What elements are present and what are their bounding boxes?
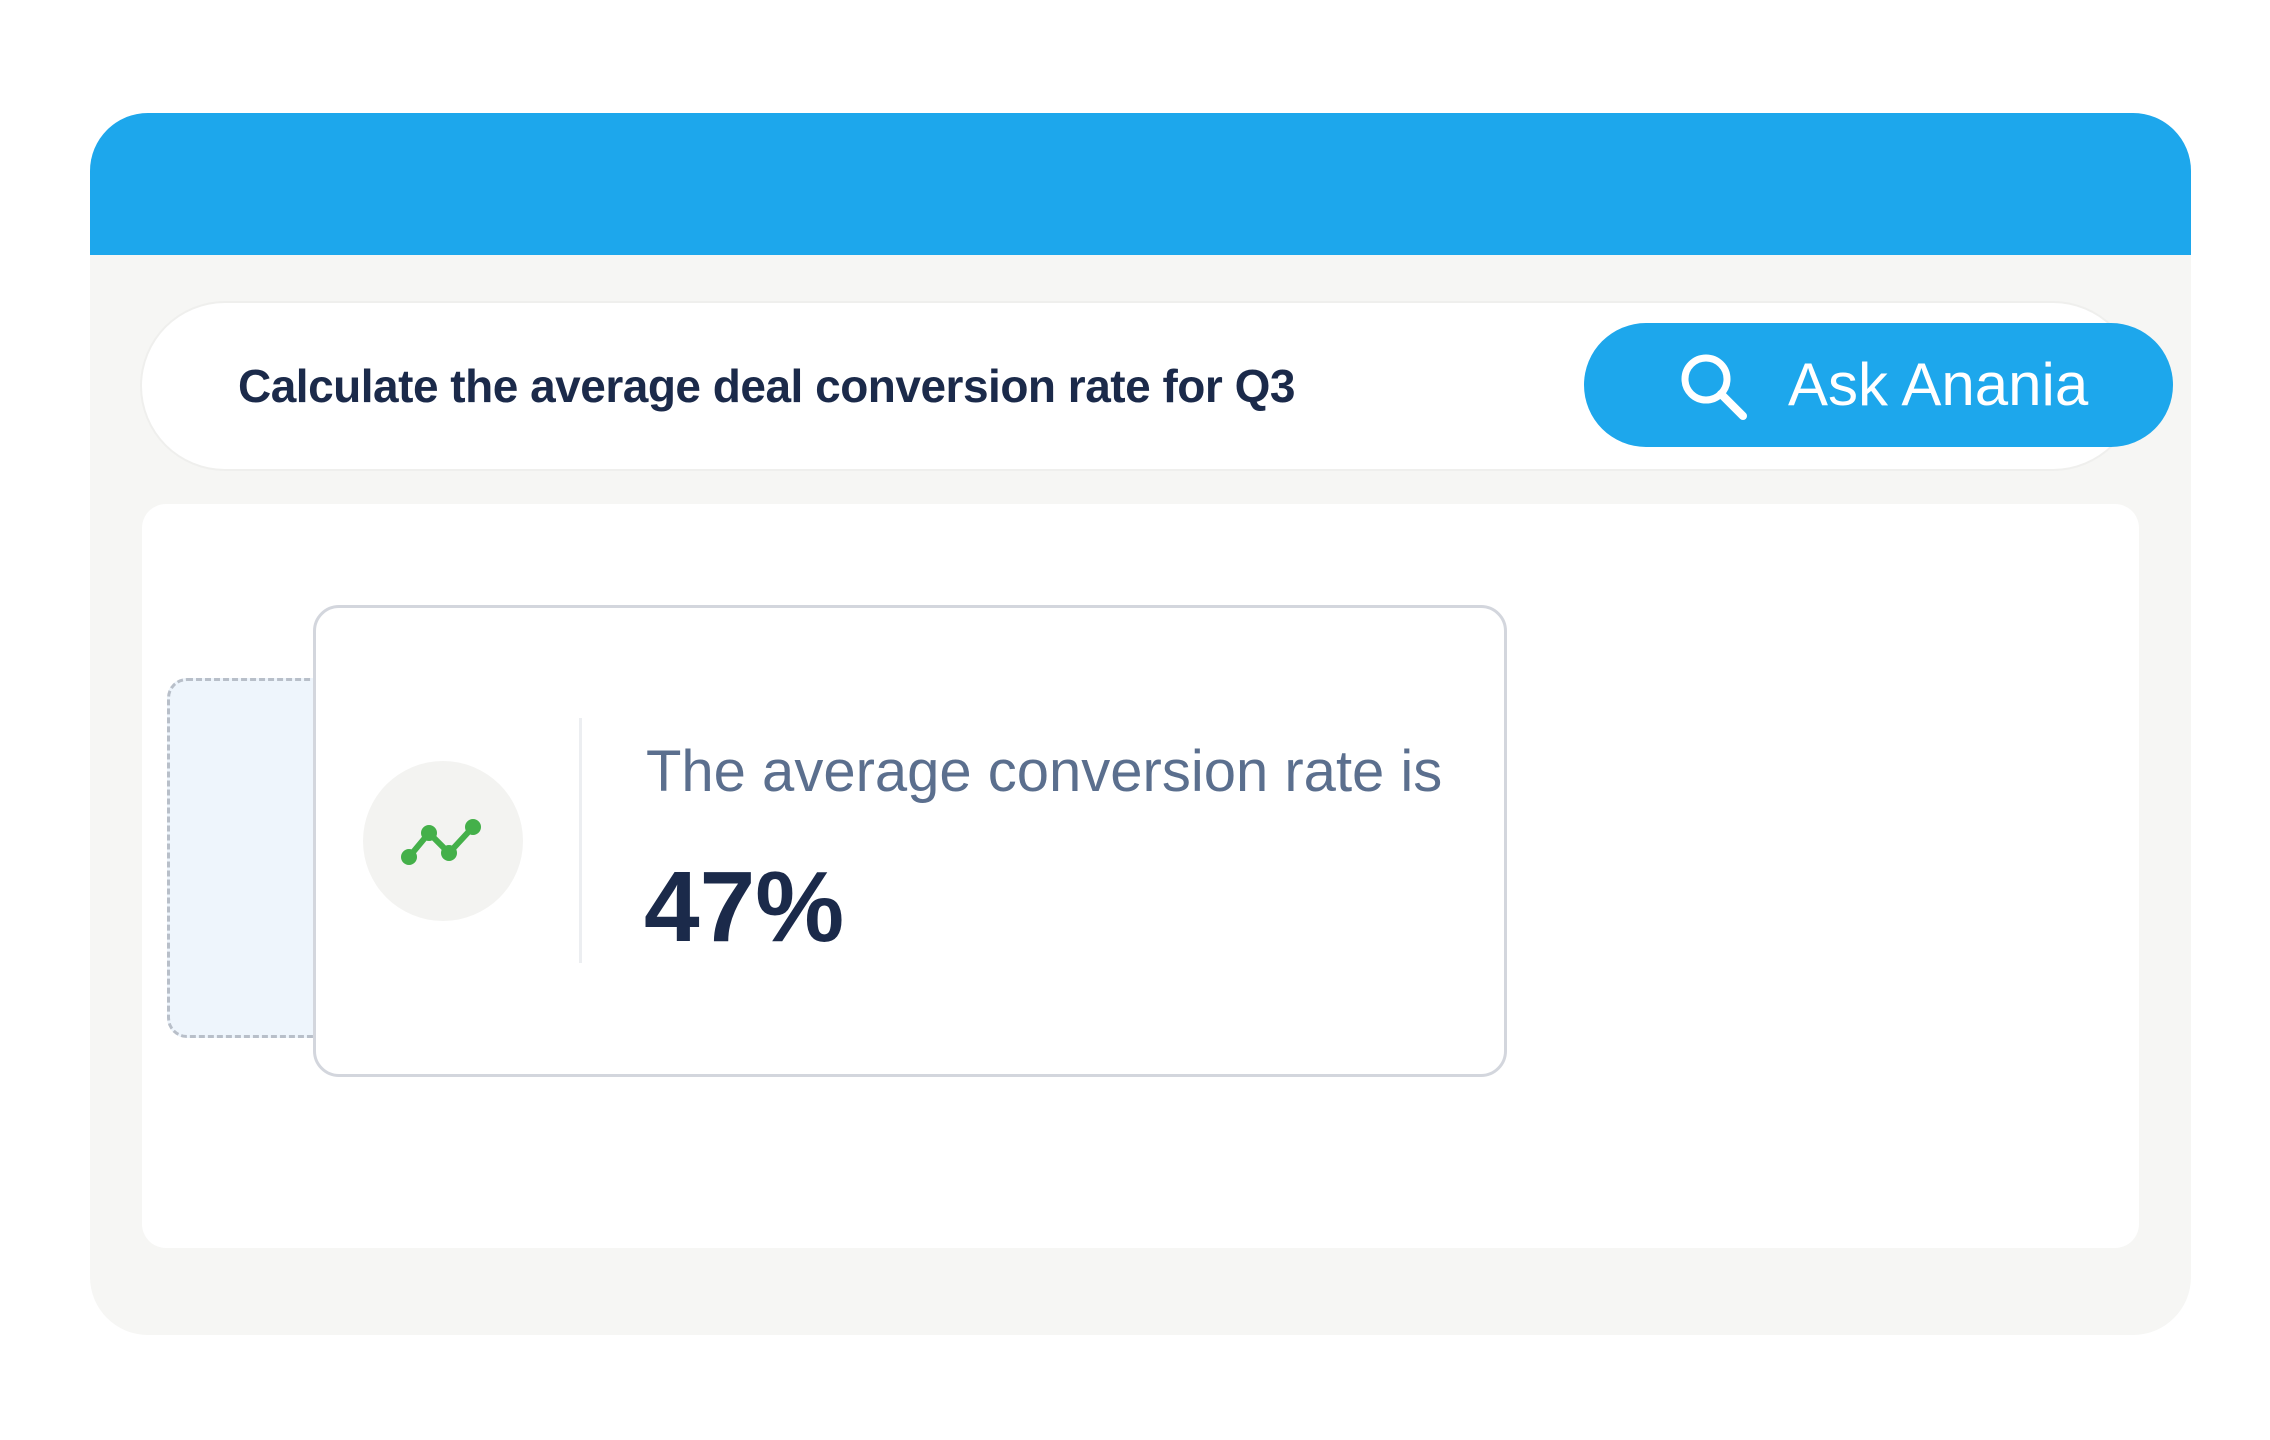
ask-anania-button[interactable]: Ask Anania [1584, 323, 2173, 447]
search-icon [1676, 349, 1752, 425]
trend-line-icon [401, 819, 481, 865]
result-value: 47% [644, 851, 845, 963]
ask-button-label: Ask Anania [1788, 351, 2089, 418]
search-bar[interactable]: Calculate the average deal conversion ra… [142, 303, 2173, 469]
result-card: The average conversion rate is 47% [313, 605, 1507, 1077]
card-divider [579, 718, 582, 963]
trend-badge [363, 761, 523, 921]
window-header [90, 113, 2191, 255]
result-label: The average conversion rate is [646, 739, 1443, 804]
search-query-text[interactable]: Calculate the average deal conversion ra… [238, 303, 1295, 469]
